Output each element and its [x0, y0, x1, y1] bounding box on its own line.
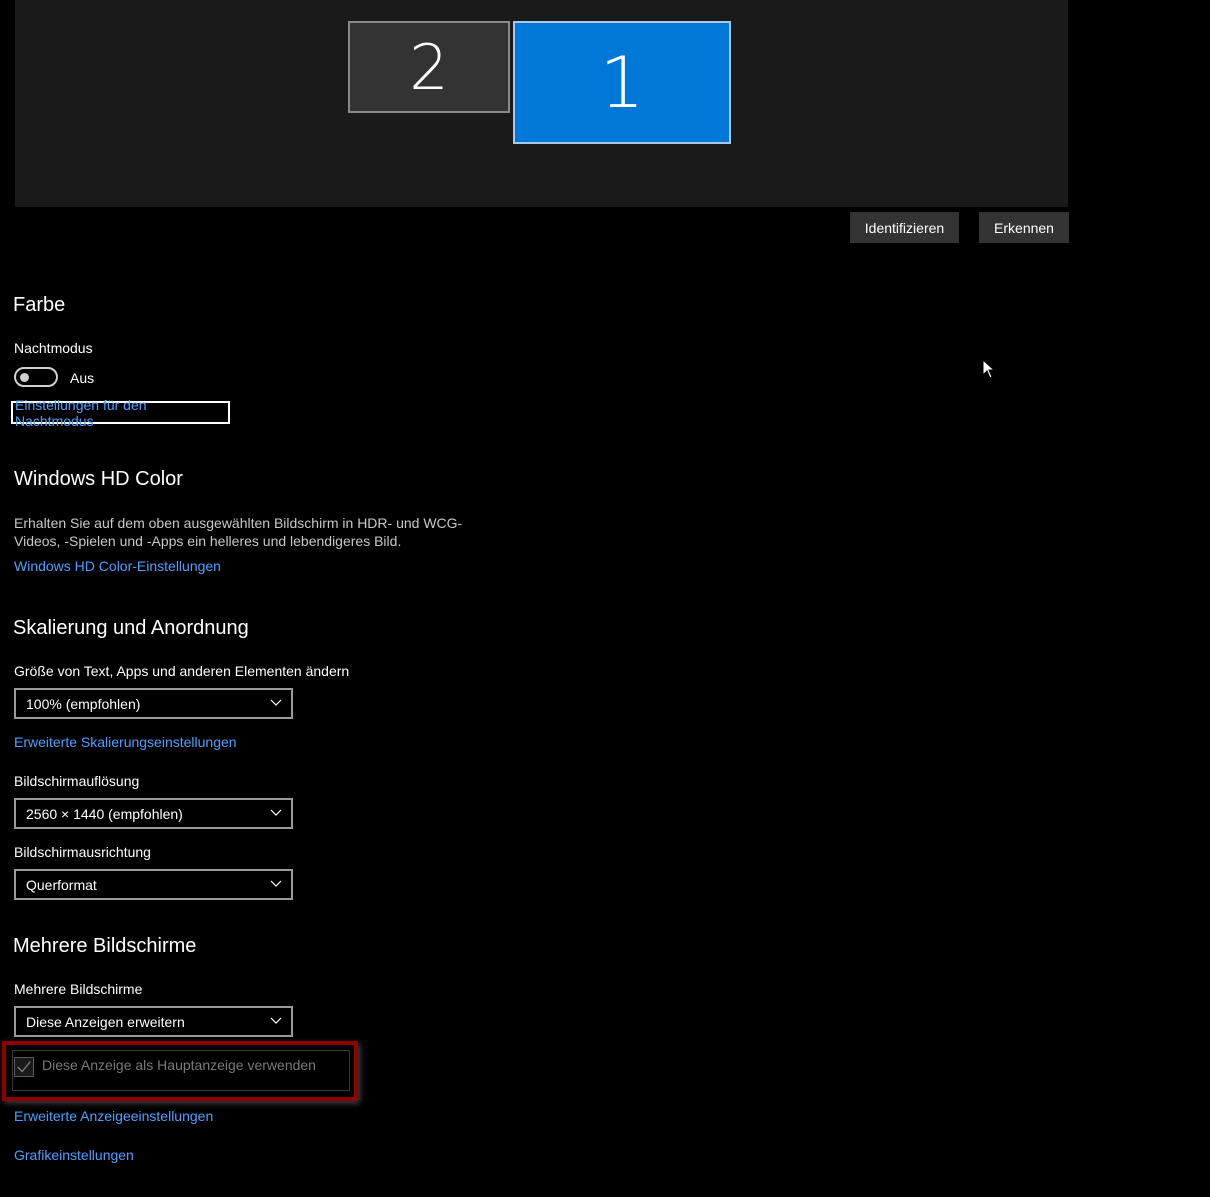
- checkmark-icon: [17, 1061, 31, 1073]
- color-heading: Farbe: [13, 294, 66, 316]
- resolution-label: Bildschirmauflösung: [14, 773, 140, 789]
- detect-button[interactable]: Erkennen: [979, 212, 1069, 243]
- mouse-cursor-icon: [982, 359, 996, 379]
- hd-color-description-line1: Erhalten Sie auf dem oben ausgewählten B…: [14, 515, 463, 531]
- hd-color-heading: Windows HD Color: [14, 468, 183, 490]
- multiple-displays-label: Mehrere Bildschirme: [14, 981, 143, 997]
- graphics-settings-link[interactable]: Grafikeinstellungen: [14, 1147, 134, 1163]
- main-display-checkbox[interactable]: [14, 1057, 34, 1077]
- scale-size-dropdown[interactable]: 100% (empfohlen): [14, 688, 293, 719]
- night-mode-settings-link-text: Einstellungen für den Nachtmodus: [15, 396, 147, 429]
- night-mode-label: Nachtmodus: [14, 340, 93, 356]
- scaling-heading: Skalierung und Anordnung: [13, 617, 249, 639]
- orientation-dropdown[interactable]: Querformat: [14, 869, 293, 900]
- hd-color-description: Erhalten Sie auf dem oben ausgewählten B…: [14, 514, 474, 550]
- toggle-knob: [20, 373, 29, 382]
- night-mode-state: Aus: [70, 370, 95, 386]
- monitor-1-number: 1: [599, 41, 645, 124]
- chevron-down-icon: [270, 809, 282, 816]
- advanced-display-settings-link[interactable]: Erweiterte Anzeigeeinstellungen: [14, 1108, 213, 1124]
- monitor-1-tile[interactable]: 1: [513, 21, 731, 144]
- chevron-down-icon: [270, 1017, 282, 1024]
- multiple-displays-heading: Mehrere Bildschirme: [13, 935, 197, 957]
- orientation-value: Querformat: [26, 876, 97, 893]
- resolution-dropdown[interactable]: 2560 × 1440 (empfohlen): [14, 798, 293, 829]
- main-display-checkbox-label: Diese Anzeige als Hauptanzeige verwenden: [42, 1057, 316, 1073]
- scale-size-label: Größe von Text, Apps und anderen Element…: [14, 663, 350, 679]
- chevron-down-icon: [270, 880, 282, 887]
- hd-color-description-line2: Videos, -Spielen und -Apps ein helleres …: [14, 533, 402, 549]
- resolution-value: 2560 × 1440 (empfohlen): [26, 805, 183, 822]
- hd-color-settings-link[interactable]: Windows HD Color-Einstellungen: [14, 558, 221, 574]
- monitor-2-number: 2: [409, 30, 449, 104]
- night-mode-settings-link[interactable]: Einstellungen für den Nachtmodus: [11, 397, 230, 429]
- advanced-scaling-link[interactable]: Erweiterte Skalierungseinstellungen: [14, 734, 237, 750]
- chevron-down-icon: [270, 699, 282, 706]
- scale-size-value: 100% (empfohlen): [26, 695, 141, 712]
- multiple-displays-value: Diese Anzeigen erweitern: [26, 1013, 185, 1030]
- identify-button[interactable]: Identifizieren: [850, 212, 959, 243]
- multiple-displays-dropdown[interactable]: Diese Anzeigen erweitern: [14, 1006, 293, 1037]
- monitor-2-tile[interactable]: 2: [348, 21, 510, 113]
- orientation-label: Bildschirmausrichtung: [14, 844, 151, 860]
- night-mode-toggle[interactable]: [14, 367, 58, 387]
